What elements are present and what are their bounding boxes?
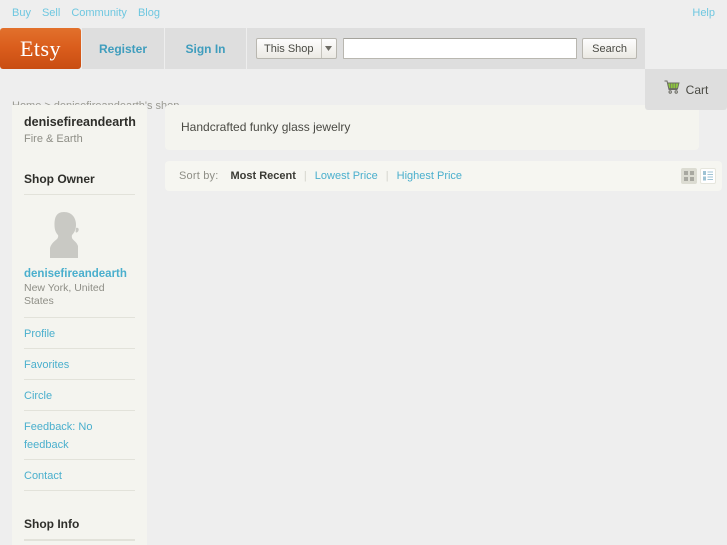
register-nav-cell[interactable]: Register <box>81 28 164 69</box>
sort-bar: Sort by: Most Recent | Lowest Price | Hi… <box>165 161 722 191</box>
list-view-icon[interactable] <box>700 168 716 184</box>
sidebar-link-circle[interactable]: Circle <box>24 390 52 402</box>
utility-link-buy[interactable]: Buy <box>12 7 31 20</box>
shop-info-heading: Shop Info <box>24 517 80 531</box>
register-link[interactable]: Register <box>99 42 147 56</box>
cart-label: Cart <box>685 82 709 97</box>
header-bar: Etsy Register Sign In This Shop Search C… <box>0 28 727 110</box>
sidebar-item-profile[interactable]: Profile <box>24 317 135 348</box>
sidebar-link-feedback[interactable]: Feedback: No feedback <box>24 421 92 451</box>
default-avatar-icon <box>38 206 90 258</box>
divider <box>24 194 135 195</box>
sort-option-lowest-price[interactable]: Lowest Price <box>315 170 378 182</box>
utility-bar: Buy Sell Community Blog Help <box>0 0 727 28</box>
sort-option-highest-price[interactable]: Highest Price <box>397 170 462 182</box>
shopping-cart-icon <box>664 80 680 99</box>
sidebar-link-favorites[interactable]: Favorites <box>24 359 69 371</box>
sort-separator: | <box>303 170 307 182</box>
sort-option-most-recent[interactable]: Most Recent <box>231 170 296 182</box>
etsy-logo[interactable]: Etsy <box>0 28 81 69</box>
sidebar-link-profile[interactable]: Profile <box>24 328 55 340</box>
utility-link-sell[interactable]: Sell <box>42 7 60 20</box>
shop-sidebar: denisefireandearth Fire & Earth Shop Own… <box>12 105 147 545</box>
shop-announcement: Handcrafted funky glass jewelry <box>165 105 699 150</box>
sidebar-item-feedback[interactable]: Feedback: No feedback <box>24 410 135 459</box>
shop-owner-heading: Shop Owner <box>24 172 95 186</box>
sidebar-item-circle[interactable]: Circle <box>24 379 135 410</box>
search-scope-select[interactable]: This Shop <box>256 38 337 59</box>
page-body: denisefireandearth Fire & Earth Shop Own… <box>0 105 727 545</box>
shop-owner-location: New York, United States <box>24 282 105 307</box>
search-scope-label: This Shop <box>264 43 314 55</box>
grid-view-icon[interactable] <box>681 168 697 184</box>
utility-link-blog[interactable]: Blog <box>138 7 160 20</box>
shop-tagline: Fire & Earth <box>24 133 83 145</box>
cart-button[interactable]: Cart <box>645 69 727 110</box>
breadcrumb: Home>denisefireandearth's shop <box>0 69 727 112</box>
shop-owner-name-link[interactable]: denisefireandearth <box>24 267 135 281</box>
sidebar-item-favorites[interactable]: Favorites <box>24 348 135 379</box>
search-input[interactable] <box>342 38 578 59</box>
search-button[interactable]: Search <box>582 38 637 59</box>
signin-nav-cell[interactable]: Sign In <box>164 28 246 69</box>
etsy-logo-text: Etsy <box>19 35 62 61</box>
sidebar-item-contact[interactable]: Contact <box>24 459 135 491</box>
signin-link[interactable]: Sign In <box>186 42 226 56</box>
chevron-down-icon <box>320 39 336 58</box>
sidebar-link-contact[interactable]: Contact <box>24 470 62 482</box>
main-content: Handcrafted funky glass jewelry Sort by:… <box>165 105 727 191</box>
sort-by-label: Sort by: <box>179 170 219 182</box>
utility-link-help[interactable]: Help <box>692 7 715 20</box>
sort-separator: | <box>385 170 389 182</box>
search-area: This Shop Search <box>246 28 645 69</box>
shop-name: denisefireandearth <box>24 115 136 129</box>
view-toggle-group <box>681 168 716 184</box>
sidebar-item-policies[interactable]: Policies <box>24 540 135 545</box>
utility-link-community[interactable]: Community <box>71 7 127 20</box>
